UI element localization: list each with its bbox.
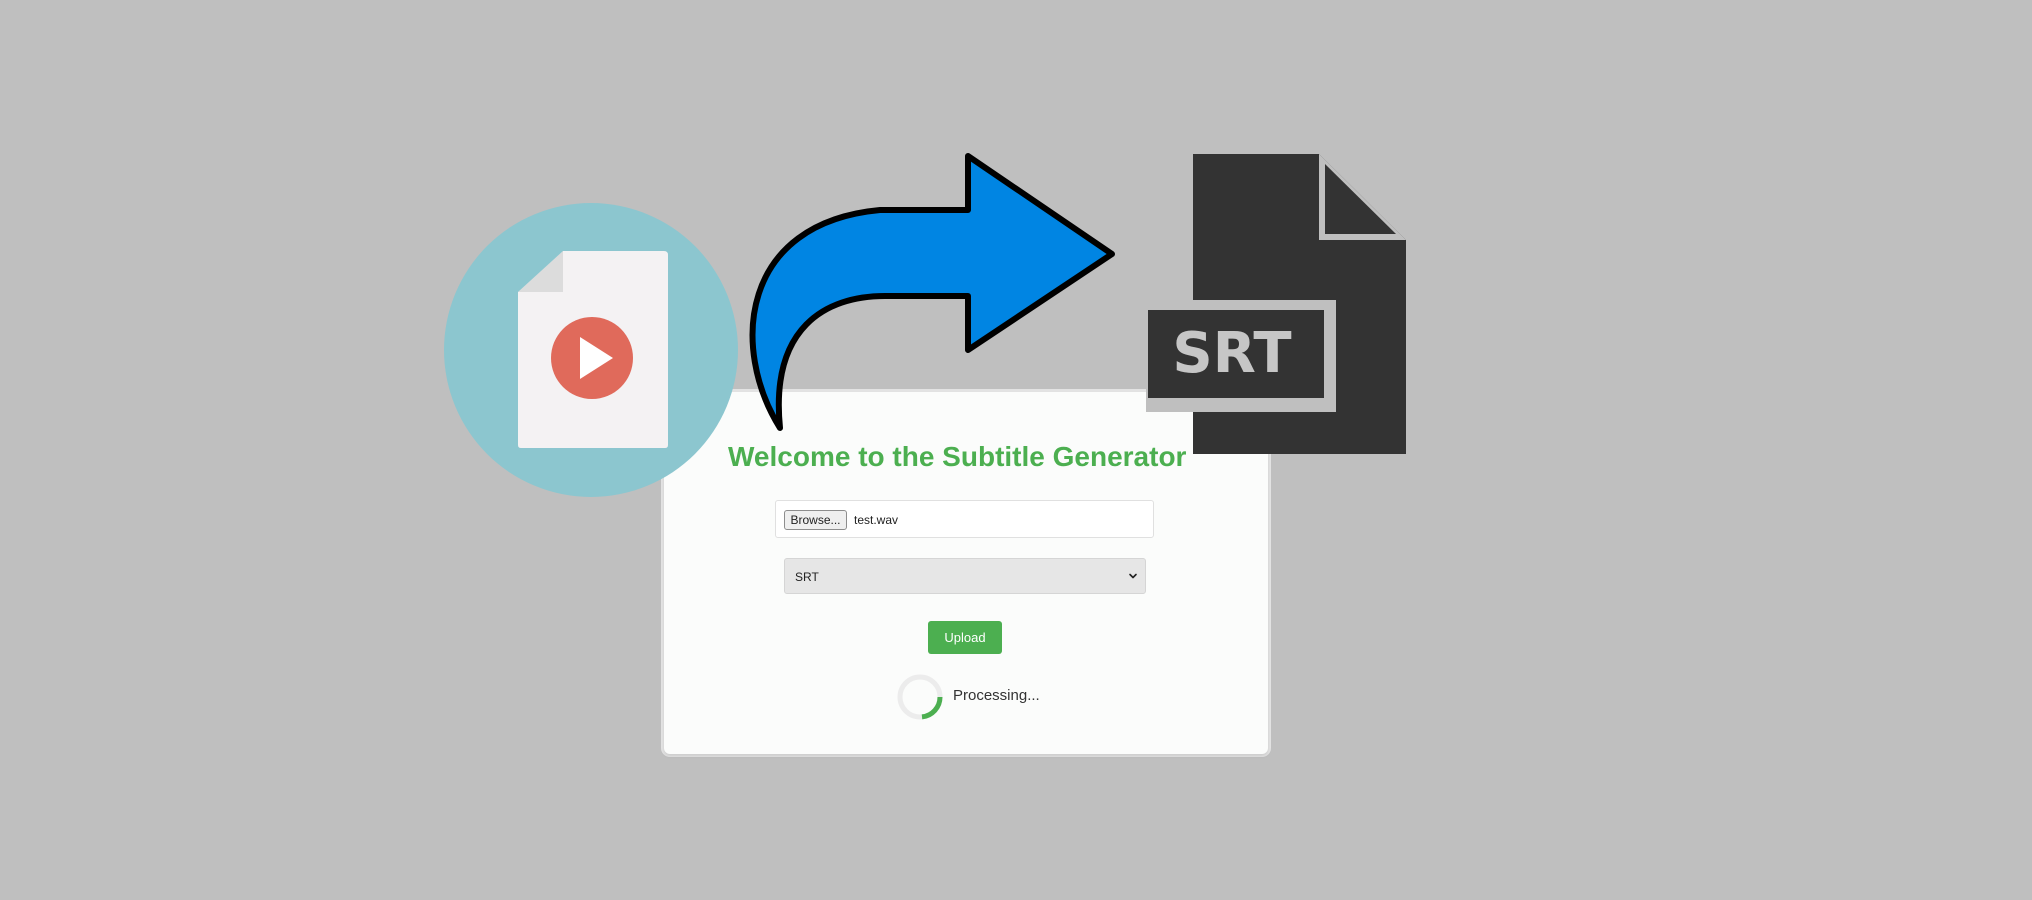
video-file-icon xyxy=(444,203,738,497)
upload-button[interactable]: Upload xyxy=(928,621,1002,654)
format-select[interactable]: SRT xyxy=(784,558,1146,594)
srt-file-icon: SRT xyxy=(1146,154,1406,454)
srt-label: SRT xyxy=(1172,321,1291,386)
format-select-value: SRT xyxy=(795,570,819,584)
file-input[interactable]: Browse... test.wav xyxy=(775,500,1154,538)
loading-spinner-icon xyxy=(897,674,943,720)
browse-button[interactable]: Browse... xyxy=(784,510,847,530)
curved-arrow-icon xyxy=(749,153,1115,431)
processing-status: Processing... xyxy=(953,687,1040,704)
selected-file-name: test.wav xyxy=(854,513,899,527)
chevron-down-icon xyxy=(1129,573,1137,579)
